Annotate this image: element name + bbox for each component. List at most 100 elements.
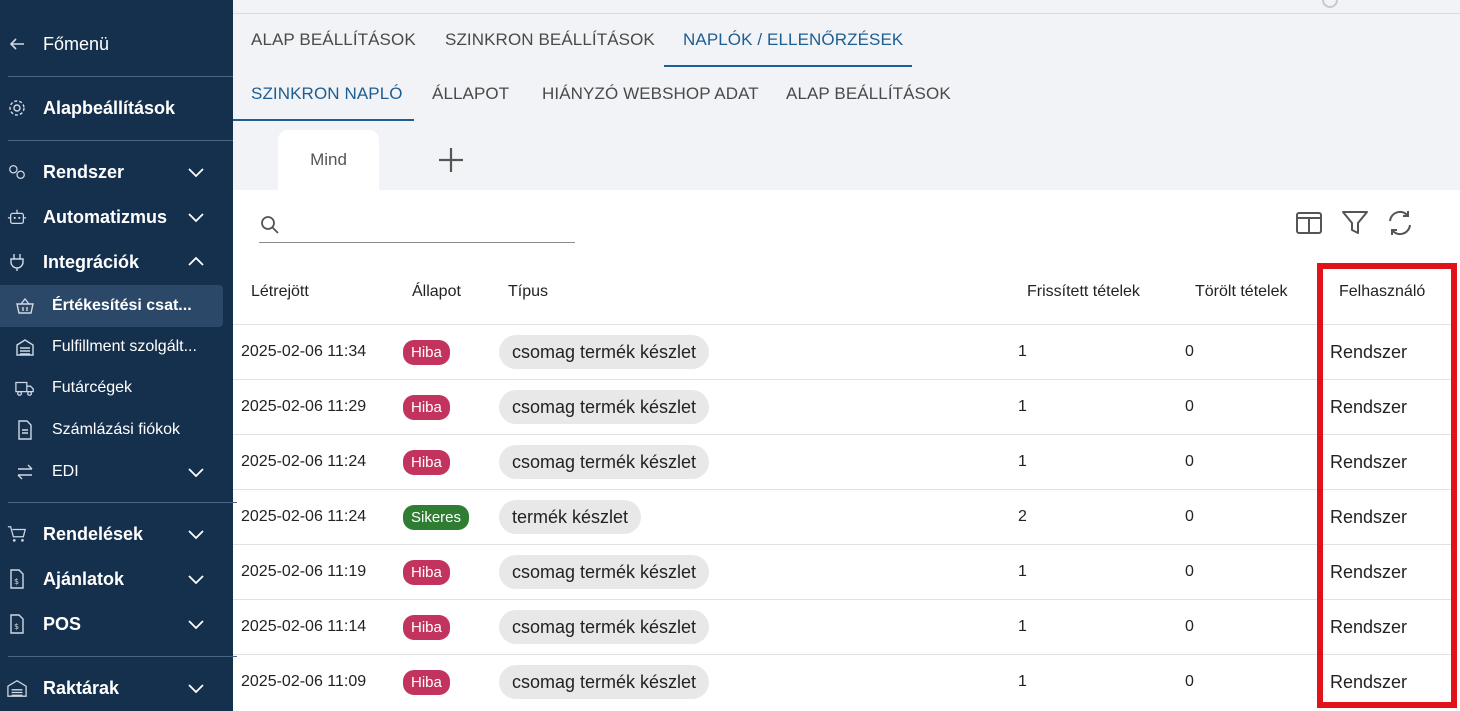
robot-icon	[7, 207, 27, 227]
sidebar-item-alapbeallitasok[interactable]: Alapbeállítások	[0, 88, 233, 128]
cell-updated-items: 1	[1018, 673, 1027, 690]
type-chip: csomag termék készlet	[499, 555, 710, 589]
sidebar-item-fulfillment[interactable]: Fulfillment szolgált...	[0, 327, 233, 367]
table-row[interactable]: 2025-02-06 11:34 Hiba csomag termék készle…	[233, 324, 1453, 379]
sidebar-item-label: Raktárak	[43, 677, 120, 698]
chevron-down-icon	[188, 530, 204, 540]
cell-deleted-items: 0	[1185, 618, 1194, 635]
cell-created: 2025-02-06 11:29	[241, 398, 367, 415]
table-row[interactable]: 2025-02-06 11:24 Sikeres termék készlet 2 0 R…	[233, 489, 1453, 544]
sidebar-back-main-menu[interactable]: Főmenü	[0, 24, 233, 64]
header-divider	[233, 13, 1460, 14]
chevron-down-icon	[188, 168, 204, 178]
sidebar-item-integraciok[interactable]: Integrációk	[0, 242, 233, 282]
sidebar-item-label: Automatizmus	[43, 206, 168, 227]
subtab-allapot[interactable]: ÁLLAPOT	[432, 84, 509, 104]
sidebar-item-label: Számlázási fiókok	[52, 421, 181, 438]
sidebar-item-futarcegek[interactable]: Futárcégek	[0, 368, 233, 408]
chevron-down-icon	[188, 213, 204, 223]
column-header-letrejott[interactable]: Létrejött	[251, 283, 309, 301]
sidebar-item-ajanlatok[interactable]: $ Ajánlatok	[0, 559, 233, 599]
column-header-allapot[interactable]: Állapot	[412, 283, 461, 301]
svg-text:$: $	[14, 577, 19, 586]
subtab-hianyzo-webshop-adat[interactable]: HIÁNYZÓ WEBSHOP ADAT	[542, 84, 759, 104]
sidebar-item-label: Integrációk	[43, 251, 140, 272]
cell-created: 2025-02-06 11:14	[241, 618, 367, 635]
search-underline	[259, 242, 575, 243]
cart-icon	[7, 524, 27, 544]
sidebar-item-rendszer[interactable]: Rendszer	[0, 152, 233, 192]
type-chip: csomag termék készlet	[499, 610, 710, 644]
column-header-torolt-tetelek[interactable]: Törölt tételek	[1195, 283, 1287, 301]
document-icon	[15, 420, 35, 440]
status-badge: Hiba	[403, 614, 450, 640]
table-row[interactable]: 2025-02-06 11:19 Hiba csomag termék készle…	[233, 544, 1453, 599]
view-tab-mind[interactable]: Mind	[278, 130, 379, 190]
cell-updated-items: 1	[1018, 453, 1027, 470]
basket-icon	[15, 296, 35, 316]
sidebar-item-szamlazasi-fiokok[interactable]: Számlázási fiókok	[0, 410, 233, 450]
search-icon	[261, 216, 279, 234]
cell-updated-items: 1	[1018, 563, 1027, 580]
cell-deleted-items: 0	[1185, 398, 1194, 415]
sidebar-item-edi[interactable]: EDI	[0, 452, 233, 492]
svg-text:$: $	[14, 622, 19, 631]
column-header-frissitett-tetelek[interactable]: Frissített tételek	[1027, 283, 1140, 301]
cell-deleted-items: 0	[1185, 673, 1194, 690]
tab-naplok-ellenorzesek[interactable]: NAPLÓK / ELLENŐRZÉSEK	[683, 30, 903, 50]
column-header-tipus[interactable]: Típus	[508, 283, 548, 301]
add-view-button[interactable]	[434, 143, 468, 177]
cell-type: csomag termék készlet	[499, 380, 710, 434]
cell-updated-items: 2	[1018, 508, 1027, 525]
sidebar-item-label: POS	[43, 613, 82, 634]
table-row[interactable]: 2025-02-06 11:14 Hiba csomag termék készle…	[233, 599, 1453, 654]
cell-deleted-items: 0	[1185, 453, 1194, 470]
sidebar-item-pos[interactable]: $ POS	[0, 604, 233, 644]
sidebar-item-automatizmus[interactable]: Automatizmus	[0, 197, 233, 237]
cell-status: Hiba	[403, 325, 450, 379]
search-input[interactable]	[288, 212, 573, 240]
invoice-dollar-icon: $	[7, 569, 27, 589]
chevron-down-icon	[188, 575, 204, 585]
arrow-left-icon	[7, 34, 27, 54]
table-row[interactable]: 2025-02-06 11:24 Hiba csomag termék készle…	[233, 434, 1453, 489]
sidebar-item-label: Rendelések	[43, 523, 144, 544]
cell-created: 2025-02-06 11:09	[241, 673, 367, 690]
subtab-szinkron-naplo[interactable]: SZINKRON NAPLÓ	[251, 84, 403, 104]
cell-type: csomag termék készlet	[499, 600, 710, 654]
sidebar-item-ertekesitesi-csatornak[interactable]: Értékesítési csat...	[0, 286, 233, 326]
cell-type: csomag termék készlet	[499, 655, 710, 709]
refresh-icon[interactable]	[1385, 208, 1415, 238]
cell-created: 2025-02-06 11:24	[241, 453, 367, 470]
table-row[interactable]: 2025-02-06 11:09 Hiba csomag termék készle…	[233, 654, 1453, 709]
tab-alap-beallitasok[interactable]: ALAP BEÁLLÍTÁSOK	[251, 30, 416, 50]
warehouse-icon	[7, 678, 27, 698]
status-badge: Hiba	[403, 559, 450, 585]
cell-type: csomag termék készlet	[499, 325, 710, 379]
status-badge: Hiba	[403, 449, 450, 475]
cell-type: csomag termék készlet	[499, 435, 710, 489]
type-chip: csomag termék készlet	[499, 390, 710, 424]
tab-szinkron-beallitasok[interactable]: SZINKRON BEÁLLÍTÁSOK	[445, 30, 655, 50]
filter-icon[interactable]	[1340, 208, 1370, 238]
columns-icon[interactable]	[1294, 208, 1324, 238]
status-badge: Hiba	[403, 394, 450, 420]
cell-updated-items: 1	[1018, 618, 1027, 635]
cell-status: Hiba	[403, 545, 450, 599]
sidebar-item-raktarak[interactable]: Raktárak	[0, 668, 233, 708]
table-row[interactable]: 2025-02-06 11:29 Hiba csomag termék készle…	[233, 379, 1453, 434]
sidebar-item-label: Rendszer	[43, 161, 125, 182]
chevron-down-icon	[188, 684, 204, 694]
sidebar-divider	[8, 76, 237, 77]
sidebar-divider	[8, 140, 237, 141]
highlight-annotation-box	[1317, 263, 1457, 708]
sidebar-item-rendelesek[interactable]: Rendelések	[0, 514, 233, 554]
sidebar-item-label: Ajánlatok	[43, 568, 125, 589]
sidebar-item-label: Futárcégek	[52, 379, 133, 396]
invoice-dollar-icon: $	[7, 614, 27, 634]
subtab-alap-beallitasok[interactable]: ALAP BEÁLLÍTÁSOK	[786, 84, 951, 104]
plug-icon	[7, 252, 27, 272]
cell-status: Hiba	[403, 435, 450, 489]
sidebar-back-label: Főmenü	[43, 33, 110, 54]
sidebar-item-label: Alapbeállítások	[43, 97, 176, 118]
